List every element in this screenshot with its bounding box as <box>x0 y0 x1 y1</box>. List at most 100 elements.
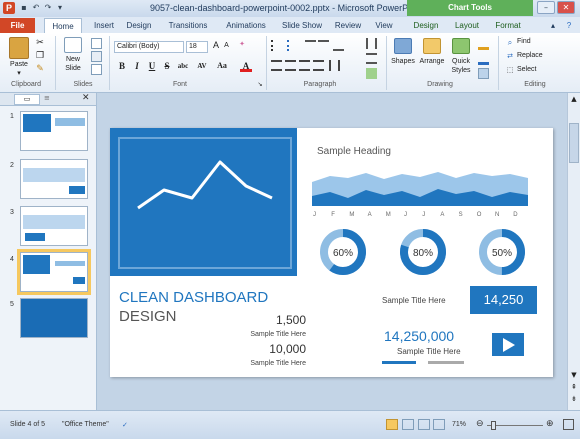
slide-thumbnail-1[interactable] <box>20 111 88 151</box>
shapes-icon[interactable] <box>394 38 412 54</box>
align-text-icon[interactable] <box>366 53 377 64</box>
cut-icon[interactable]: ✂ <box>35 37 45 48</box>
zoom-level[interactable]: 71% <box>452 421 466 428</box>
paste-button[interactable]: Paste <box>6 61 32 68</box>
zoom-slider-thumb[interactable] <box>491 421 496 430</box>
slide-sorter-icon[interactable] <box>402 419 414 430</box>
spell-check-icon[interactable]: ✓ <box>122 421 128 429</box>
format-painter-icon[interactable]: ✎ <box>35 63 45 74</box>
italic-button[interactable]: I <box>131 60 143 72</box>
slide-canvas[interactable]: Sample Heading J F M A M J J A S O N D 60% 80% 50% CL… <box>97 93 567 410</box>
strikethrough-button[interactable]: S <box>161 60 173 72</box>
change-case-button[interactable]: Aa <box>214 60 230 72</box>
zoom-out-icon[interactable]: ⊖ <box>476 418 484 429</box>
slide-thumbnail-5[interactable] <box>20 298 88 338</box>
shadow-button[interactable]: abc <box>174 60 192 72</box>
select-icon[interactable]: ⬚ <box>504 66 516 74</box>
undo-icon[interactable]: ↶ <box>31 3 41 13</box>
quick-styles-button[interactable]: Quick Styles <box>448 57 474 75</box>
grow-font-icon[interactable]: A <box>211 40 221 50</box>
line-chart-panel[interactable] <box>110 128 297 276</box>
tab-animations[interactable]: Animations <box>221 18 271 33</box>
arrange-icon[interactable] <box>423 38 441 54</box>
reading-view-icon[interactable] <box>418 419 430 430</box>
tab-chart-format[interactable]: Format <box>493 18 523 33</box>
shapes-button[interactable]: Shapes <box>389 58 417 65</box>
outline-tab-icon[interactable]: ≡ <box>44 94 56 105</box>
tab-chart-layout[interactable]: Layout <box>452 18 482 33</box>
underline-button[interactable]: U <box>146 60 158 72</box>
align-right-icon[interactable] <box>299 60 310 71</box>
paste-dropdown-icon[interactable]: ▾ <box>14 69 24 77</box>
copy-icon[interactable]: ❐ <box>35 50 45 61</box>
font-family-select[interactable]: Calibri (Body) <box>114 41 184 53</box>
slide-thumbnail-4[interactable] <box>17 249 91 295</box>
bold-button[interactable]: B <box>116 60 128 72</box>
replace-icon[interactable]: ⇄ <box>504 52 516 60</box>
slide-thumbnail-2[interactable] <box>20 159 88 199</box>
close-button[interactable]: ✕ <box>557 1 575 14</box>
font-dialog-launcher-icon[interactable]: ↘ <box>256 81 264 88</box>
bullets-icon[interactable] <box>271 40 282 51</box>
fit-slide-icon[interactable] <box>563 419 574 430</box>
scroll-up-icon[interactable]: ▲ <box>569 95 579 105</box>
scrollbar-thumb[interactable] <box>569 123 579 163</box>
save-icon[interactable]: ▪ <box>19 3 29 13</box>
arrange-button[interactable]: Arrange <box>417 58 447 65</box>
text-direction-icon[interactable] <box>366 38 377 49</box>
shape-effects-icon[interactable] <box>478 68 489 79</box>
smartart-icon[interactable] <box>366 68 377 79</box>
select-button[interactable]: Select <box>517 66 536 73</box>
align-left-icon[interactable] <box>271 60 282 71</box>
decrease-indent-icon[interactable] <box>305 40 316 51</box>
reset-icon[interactable] <box>91 51 102 62</box>
slide-thumbnail-3[interactable] <box>20 206 88 246</box>
shape-fill-icon[interactable] <box>478 39 489 50</box>
find-icon[interactable]: ⌕ <box>504 38 516 48</box>
center-icon[interactable] <box>285 60 296 71</box>
play-button[interactable] <box>492 333 524 356</box>
shrink-font-icon[interactable]: A <box>222 42 231 49</box>
justify-icon[interactable] <box>313 60 324 71</box>
help-icon[interactable]: ? <box>563 18 575 33</box>
find-button[interactable]: Find <box>517 38 531 45</box>
tab-home[interactable]: Home <box>44 18 82 33</box>
slides-tab-icon[interactable]: ▭ <box>14 94 40 105</box>
columns-icon[interactable] <box>329 60 340 71</box>
vertical-scrollbar[interactable]: ▲ ▼ ⇞ ⇟ <box>567 93 580 410</box>
line-spacing-icon[interactable] <box>333 40 344 51</box>
minimize-button[interactable]: – <box>537 1 555 14</box>
scroll-down-icon[interactable]: ▼ <box>569 371 579 381</box>
powerpoint-app-icon[interactable]: P <box>3 2 15 14</box>
slide-show-icon[interactable] <box>433 419 445 430</box>
customize-qat-icon[interactable]: ▾ <box>55 3 65 13</box>
tab-insert[interactable]: Insert <box>88 18 120 33</box>
normal-view-icon[interactable] <box>386 419 398 430</box>
previous-slide-icon[interactable]: ⇞ <box>569 383 579 393</box>
increase-indent-icon[interactable] <box>318 40 329 51</box>
tab-file[interactable]: File <box>0 18 35 33</box>
zoom-in-icon[interactable]: ⊕ <box>546 418 554 429</box>
tab-view[interactable]: View <box>372 18 396 33</box>
tab-design[interactable]: Design <box>123 18 155 33</box>
char-spacing-button[interactable]: AV <box>194 60 210 72</box>
ribbon-minimize-icon[interactable]: ▴ <box>548 18 558 33</box>
tab-transitions[interactable]: Transitions <box>163 18 213 33</box>
font-color-button[interactable]: A <box>240 60 252 72</box>
section-icon[interactable] <box>91 64 102 75</box>
replace-button[interactable]: Replace <box>517 52 543 59</box>
tab-slide-show[interactable]: Slide Show <box>277 18 327 33</box>
tab-chart-design[interactable]: Design <box>411 18 441 33</box>
close-panel-icon[interactable]: ✕ <box>82 93 90 103</box>
font-size-select[interactable]: 18 <box>186 41 208 53</box>
shape-outline-icon[interactable] <box>478 54 489 65</box>
redo-icon[interactable]: ↷ <box>43 3 53 13</box>
clear-format-icon[interactable]: ✦ <box>236 40 248 48</box>
quick-styles-icon[interactable] <box>452 38 470 54</box>
new-slide-icon[interactable] <box>64 37 82 53</box>
tab-review[interactable]: Review <box>333 18 363 33</box>
paste-icon[interactable] <box>9 37 29 59</box>
next-slide-icon[interactable]: ⇟ <box>569 395 579 405</box>
numbering-icon[interactable] <box>287 40 298 51</box>
layout-icon[interactable] <box>91 38 102 49</box>
